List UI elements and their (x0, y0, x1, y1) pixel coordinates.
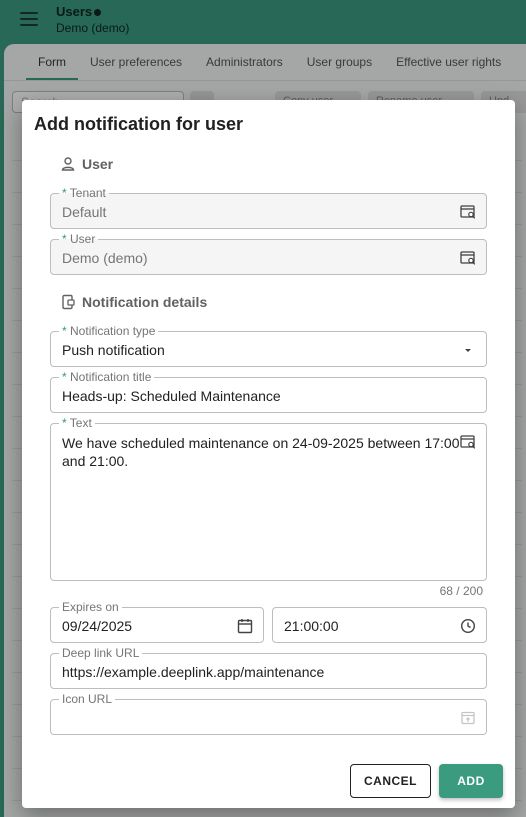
icon-url-input[interactable]: Icon URL (50, 692, 487, 735)
cancel-button[interactable]: CANCEL (350, 764, 431, 798)
text-label: * Text (59, 416, 95, 430)
lookup-icon[interactable] (460, 204, 476, 220)
tenant-label: * Tenant (59, 186, 109, 200)
notification-title-input[interactable]: * Notification title Heads-up: Scheduled… (50, 370, 487, 413)
notification-title-value: Heads-up: Scheduled Maintenance (62, 388, 281, 404)
notification-details-icon (62, 294, 75, 310)
icon-url-label: Icon URL (59, 692, 116, 706)
image-upload-icon[interactable] (460, 710, 476, 726)
character-counter: 68 / 200 (439, 584, 483, 598)
tenant-value: Default (62, 204, 107, 220)
add-notification-dialog: Add notification for user User * Tenant … (22, 100, 515, 808)
notification-title-label: * Notification title (59, 370, 155, 384)
clock-icon[interactable] (460, 618, 476, 634)
calendar-icon[interactable] (237, 618, 253, 634)
section-details-label: Notification details (82, 294, 208, 310)
notification-type-value: Push notification (62, 342, 165, 358)
deep-link-url-label: Deep link URL (59, 646, 143, 660)
section-user-label: User (82, 156, 114, 172)
text-value: We have scheduled maintenance on 24-09-2… (62, 435, 460, 469)
person-icon (61, 157, 75, 171)
dialog-title: Add notification for user (34, 114, 243, 134)
user-field[interactable]: * User Demo (demo) (50, 232, 487, 275)
expires-time-value: 21:00:00 (284, 618, 339, 634)
lookup-icon[interactable] (460, 434, 476, 450)
expires-label: Expires on (59, 600, 122, 614)
expires-date-input[interactable]: Expires on 09/24/2025 (50, 600, 264, 643)
deep-link-url-input[interactable]: Deep link URL https://example.deeplink.a… (50, 646, 487, 689)
expires-time-input[interactable]: 21:00:00 (272, 607, 487, 643)
text-textarea[interactable]: * Text We have scheduled maintenance on … (50, 416, 487, 581)
deep-link-url-value: https://example.deeplink.app/maintenance (62, 664, 325, 680)
notification-type-label: * Notification type (59, 324, 159, 338)
expires-date-value: 09/24/2025 (62, 618, 133, 634)
notification-type-select[interactable]: * Notification type Push notification (50, 324, 487, 367)
lookup-icon[interactable] (460, 250, 476, 266)
user-label: * User (59, 232, 99, 246)
tenant-field[interactable]: * Tenant Default (50, 186, 487, 229)
dropdown-arrow-icon[interactable] (460, 342, 476, 358)
user-value: Demo (demo) (62, 250, 148, 266)
add-button[interactable]: ADD (439, 764, 503, 798)
